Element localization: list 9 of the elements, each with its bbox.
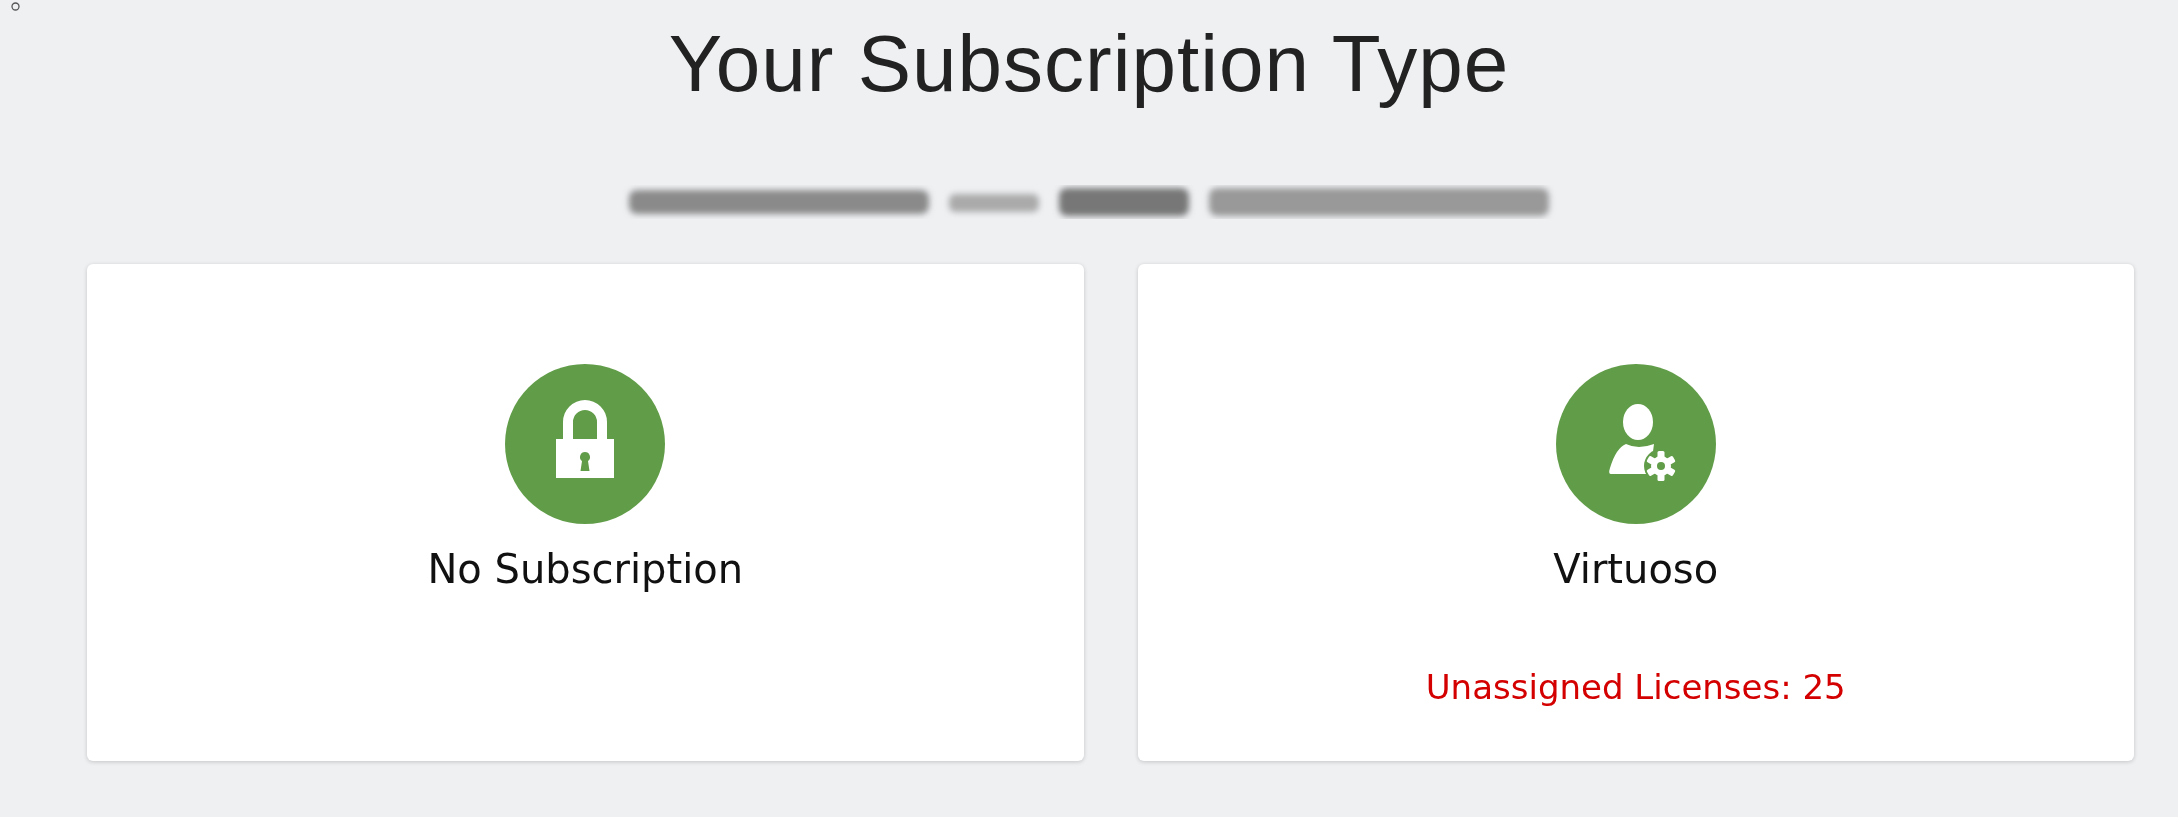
circle-icon bbox=[11, 2, 20, 11]
license-count: Unassigned Licenses: 25 bbox=[1425, 667, 1846, 707]
plan-name: Virtuoso bbox=[1553, 546, 1719, 592]
page-title: Your Subscription Type bbox=[668, 18, 1510, 110]
user-gear-icon bbox=[1555, 364, 1716, 524]
lock-icon bbox=[505, 364, 666, 524]
subscription-card[interactable]: No Subscription bbox=[87, 264, 1084, 761]
subscription-card[interactable]: Virtuoso Unassigned Licenses: 25 bbox=[1137, 264, 2134, 761]
plan-name: No Subscription bbox=[427, 546, 744, 592]
